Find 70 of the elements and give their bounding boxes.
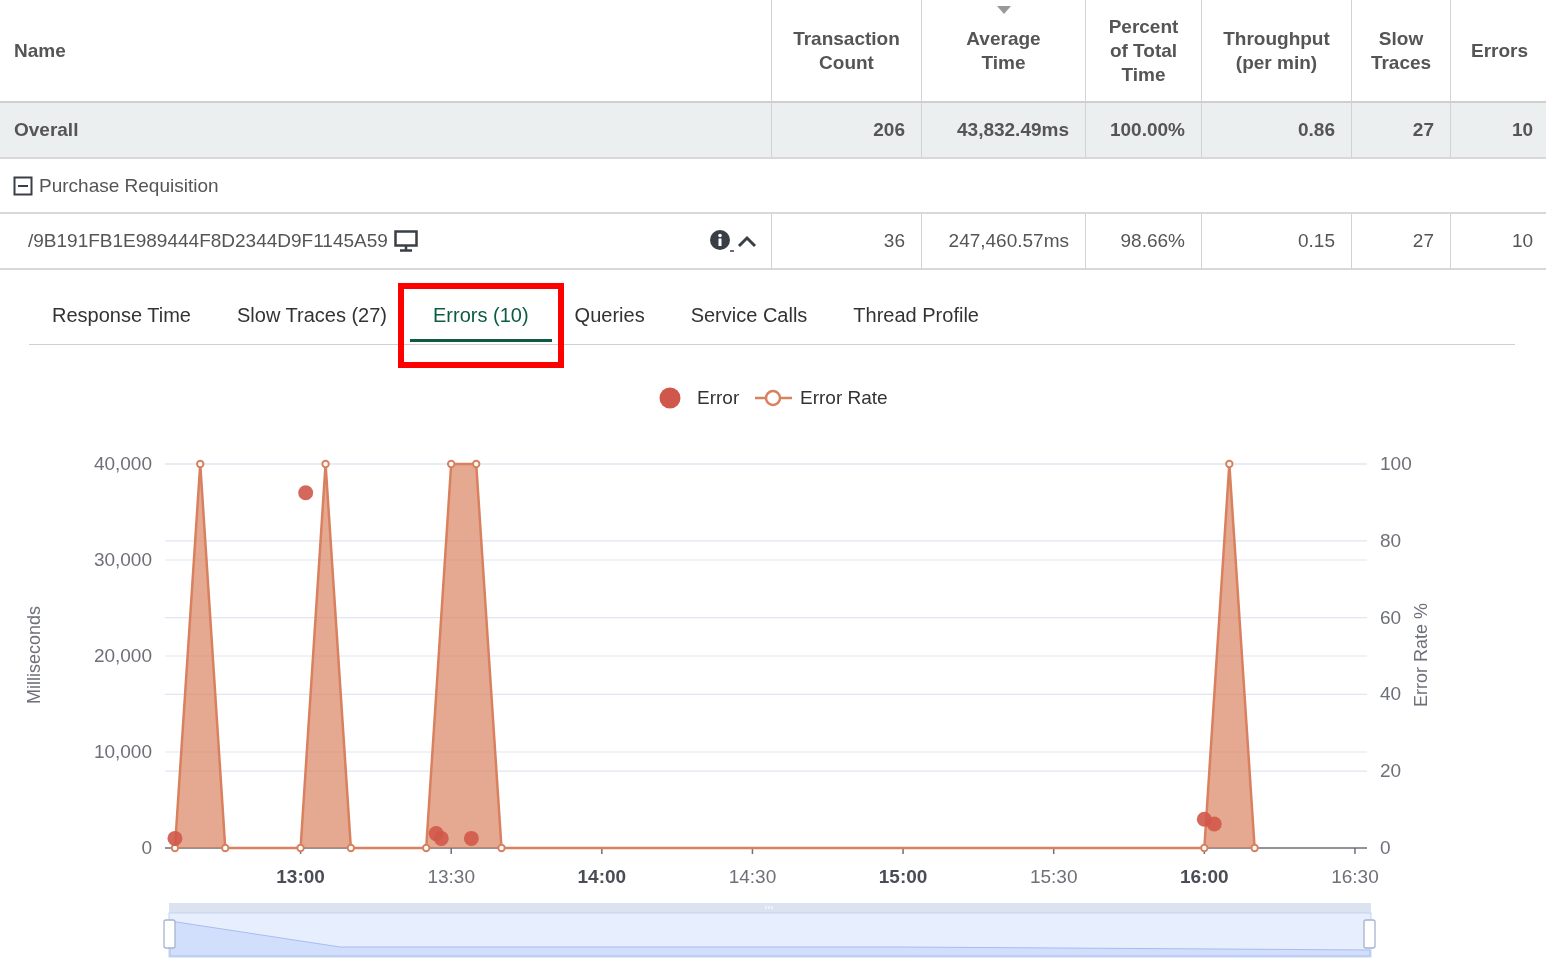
y-axis-label: 20,000 bbox=[93, 645, 152, 666]
error-dot[interactable] bbox=[433, 830, 449, 846]
table-cell: 247,460.57ms bbox=[922, 214, 1086, 270]
transaction-name[interactable]: /9B191FB1E989444F8D2344D9F1145A59 bbox=[28, 230, 388, 252]
data-point bbox=[447, 459, 456, 469]
slider-handle[interactable] bbox=[1363, 919, 1376, 949]
data-point bbox=[196, 459, 205, 469]
error-dot[interactable] bbox=[167, 830, 183, 846]
x-axis-label: 13:30 bbox=[427, 866, 475, 887]
y-axis-label: 0 bbox=[141, 837, 152, 858]
x-axis-label: 16:30 bbox=[1331, 866, 1379, 887]
data-point bbox=[1200, 843, 1209, 853]
group-name: Purchase Requisition bbox=[39, 174, 219, 197]
legend-label: Error bbox=[697, 387, 740, 408]
y-axis-label: 60 bbox=[1380, 606, 1402, 628]
tab[interactable]: Thread Profile bbox=[830, 286, 1002, 344]
data-point bbox=[1250, 843, 1259, 853]
slider-handle[interactable] bbox=[163, 919, 176, 949]
error-dot[interactable] bbox=[463, 830, 479, 846]
x-axis-label: 14:00 bbox=[577, 866, 627, 887]
y-axis-label: 100 bbox=[1380, 453, 1412, 474]
data-point bbox=[221, 843, 230, 853]
x-axis-label: 13:00 bbox=[276, 866, 325, 887]
table-cell: 27 bbox=[1352, 214, 1451, 270]
error-dot[interactable] bbox=[1206, 816, 1222, 832]
y-axis-label: 10,000 bbox=[93, 741, 152, 762]
tab[interactable]: Queries bbox=[551, 286, 668, 344]
legend-item[interactable]: Error Rate bbox=[755, 387, 888, 408]
tab[interactable]: Slow Traces (27) bbox=[213, 286, 411, 344]
row-name: Overall bbox=[0, 103, 772, 159]
data-point bbox=[1225, 459, 1234, 469]
monitor-icon bbox=[393, 230, 418, 252]
error-dot[interactable] bbox=[298, 485, 314, 501]
tab[interactable]: Service Calls bbox=[667, 286, 831, 344]
table-cell: 43,832.49ms bbox=[922, 103, 1086, 159]
table-cell: 36 bbox=[772, 214, 922, 270]
table-cell: 0.15 bbox=[1202, 214, 1352, 270]
table-cell: 0.86 bbox=[1202, 103, 1352, 159]
legend-item[interactable]: Error bbox=[659, 387, 740, 409]
data-point bbox=[472, 459, 481, 469]
data-point bbox=[296, 843, 305, 853]
table-cell: 206 bbox=[772, 103, 922, 159]
y-axis-title: Error Rate % bbox=[1411, 603, 1431, 707]
data-point bbox=[321, 459, 330, 469]
y-axis-label: 30,000 bbox=[93, 549, 152, 570]
data-point bbox=[422, 843, 431, 853]
table-cell: 100.00% bbox=[1086, 103, 1202, 159]
y-axis-label: 20 bbox=[1380, 760, 1402, 782]
y-axis-title: Milliseconds bbox=[24, 606, 44, 704]
y-axis-label: 80 bbox=[1380, 529, 1402, 551]
x-axis-label: 15:00 bbox=[878, 866, 928, 887]
caret-up-icon[interactable] bbox=[737, 234, 757, 248]
y-axis-label: 40,000 bbox=[93, 453, 152, 474]
data-point bbox=[497, 843, 506, 853]
y-axis-label: 0 bbox=[1380, 837, 1391, 858]
x-axis-label: 16:00 bbox=[1180, 866, 1229, 887]
info-icon[interactable] bbox=[710, 230, 735, 252]
range-slider[interactable] bbox=[168, 903, 1372, 958]
tab[interactable]: Errors (10) bbox=[410, 286, 552, 344]
table-cell: 10 bbox=[1451, 214, 1546, 270]
collapse-icon[interactable] bbox=[13, 175, 33, 196]
x-axis-label: 14:30 bbox=[728, 866, 777, 887]
data-point bbox=[346, 843, 356, 853]
table-cell: 27 bbox=[1352, 103, 1451, 159]
table-cell: 98.66% bbox=[1086, 214, 1202, 270]
table-cell: 10 bbox=[1451, 103, 1546, 159]
x-axis-label: 15:30 bbox=[1029, 866, 1078, 887]
y-axis-label: 40 bbox=[1380, 683, 1402, 705]
tab[interactable]: Response Time bbox=[29, 286, 214, 344]
legend-label: Error Rate bbox=[800, 387, 888, 408]
